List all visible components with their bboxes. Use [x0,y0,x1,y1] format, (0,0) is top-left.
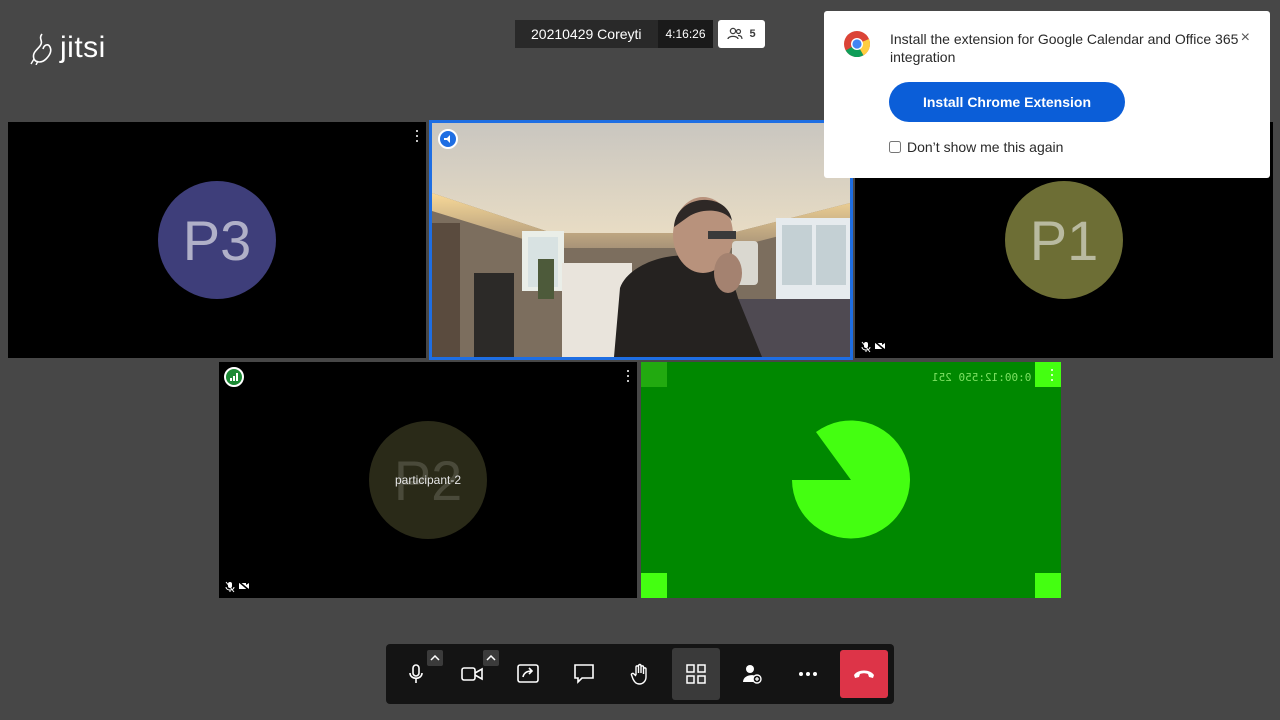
test-pattern-corner [641,573,667,598]
mic-muted-icon [225,581,235,593]
video-tile-p3[interactable]: P3 [8,122,426,358]
conference-subject: 20210429 Coreyti [515,20,658,48]
camera-button[interactable] [444,648,500,700]
invite-button[interactable] [724,648,780,700]
more-actions-button[interactable] [780,648,836,700]
tile-view-icon [686,664,706,684]
speaker-icon [444,135,450,143]
tile-menu-icon[interactable] [625,370,631,382]
camera-muted-icon [238,581,250,591]
jitsi-logo: jitsi [30,30,110,66]
notification-message: Install the extension for Google Calenda… [890,31,1239,65]
connection-stats-badge[interactable] [224,367,244,387]
participants-count-button[interactable]: 5 [718,20,765,48]
logo-text: jitsi [60,31,106,64]
signal-bars-icon [230,373,238,381]
more-icon [799,672,817,676]
dont-show-again-label: Don’t show me this again [907,139,1064,155]
video-settings-button[interactable] [483,650,499,666]
participant-display-name: participant-2 [394,473,462,487]
tile-status-icons [861,341,886,353]
camera-icon [461,667,483,681]
raise-hand-icon [630,663,647,685]
tile-status-icons [225,581,250,593]
test-pattern-corner [641,362,667,387]
microphone-icon [409,664,423,683]
share-screen-button[interactable] [500,648,556,700]
tile-menu-icon[interactable] [1049,369,1055,381]
mic-muted-icon [861,341,871,353]
test-pattern-corner [1035,573,1061,598]
chat-button[interactable] [556,648,612,700]
test-pattern-corner [1035,362,1061,387]
conference-timer: 4:16:26 [658,20,713,48]
chrome-icon [844,31,871,58]
video-tile-dominant-speaker[interactable] [429,120,853,360]
hangup-button[interactable] [840,650,888,698]
calendar-extension-notification: Install the extension for Google Calenda… [824,11,1270,178]
tile-view-button[interactable] [672,648,720,700]
participants-count: 5 [749,28,756,40]
camera-muted-icon [874,341,886,351]
participants-icon [727,27,744,40]
chevron-up-icon [486,655,496,661]
jitsi-logo-icon [30,33,52,65]
tile-menu-icon[interactable] [414,130,420,142]
raise-hand-button[interactable] [612,648,668,700]
dominant-speaker-badge [438,129,458,149]
avatar: P1 [1005,181,1123,299]
install-extension-button[interactable]: Install Chrome Extension [889,82,1125,122]
invite-icon [743,665,762,684]
camera-video-feed [432,123,850,357]
chat-icon [574,664,594,684]
share-screen-icon [517,664,539,683]
conference-toolbar [386,644,894,704]
conference-subject-bar: 20210429 Coreyti 4:16:26 5 [515,20,765,48]
video-tile-test-pattern[interactable]: 0:00:12:550 251 [641,362,1061,598]
test-pattern-timer: 0:00:12:550 251 [931,371,1031,384]
dont-show-again-input[interactable] [889,141,901,153]
test-pattern-pie [792,420,910,539]
microphone-button[interactable] [388,648,444,700]
audio-settings-button[interactable] [427,650,443,666]
dont-show-again-checkbox[interactable]: Don’t show me this again [889,139,1063,155]
close-icon[interactable]: × [1241,29,1250,47]
video-tile-p2[interactable]: P2 participant-2 [219,362,637,598]
chevron-up-icon [430,655,440,661]
hangup-icon [854,670,874,678]
avatar: P3 [158,181,276,299]
